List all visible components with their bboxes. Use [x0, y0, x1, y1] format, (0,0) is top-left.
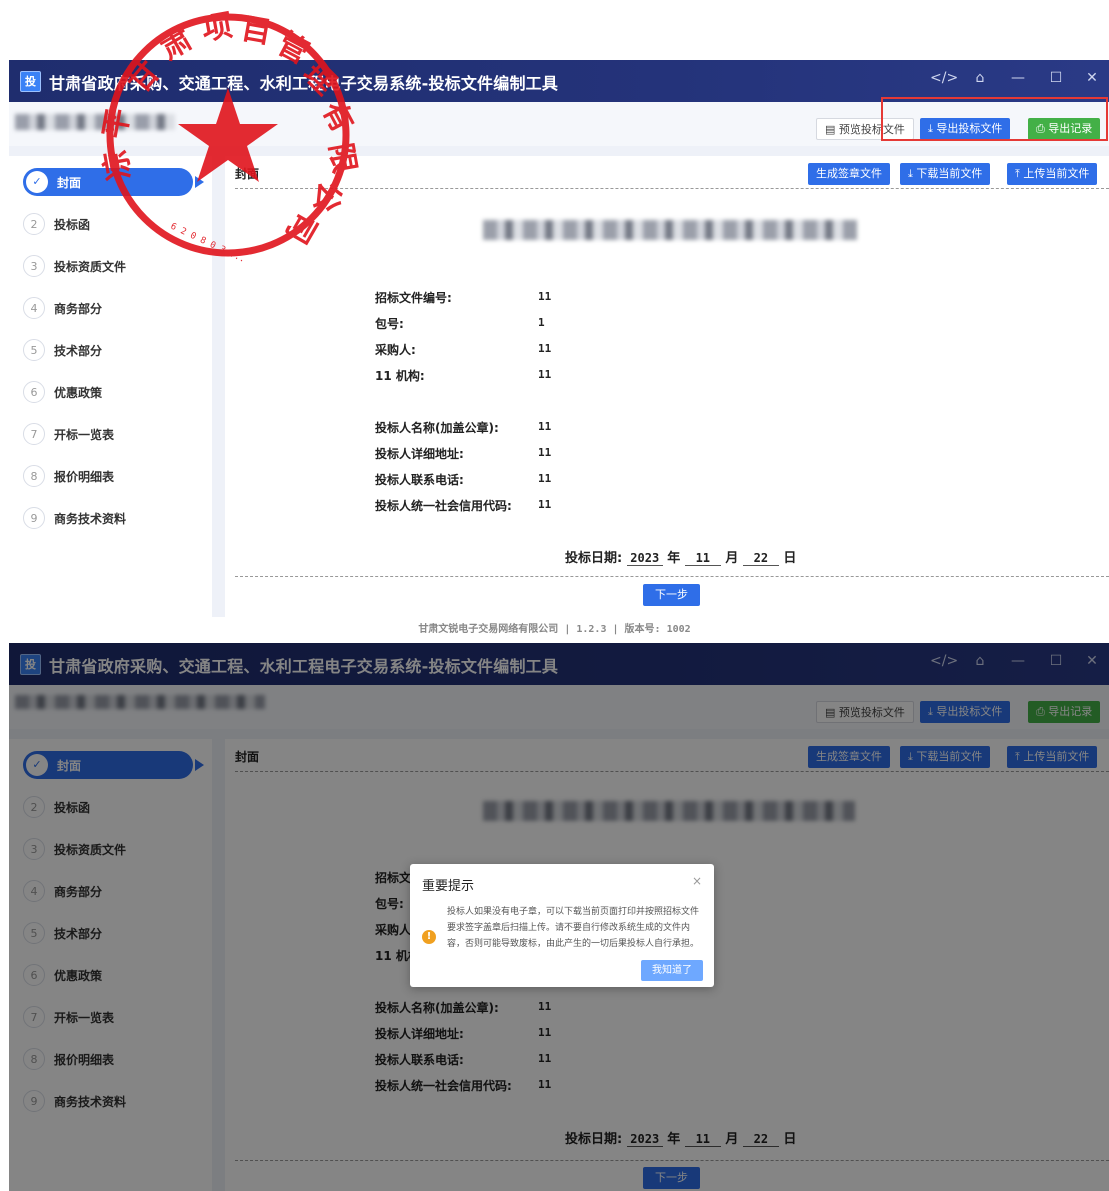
check-icon: ✓	[26, 171, 48, 193]
info-label: 11 机构:	[375, 369, 425, 383]
sidebar-item-label: 优惠政策	[54, 385, 103, 400]
info-value: 11	[538, 472, 552, 485]
sidebar-item-label: 开标一览表	[54, 427, 115, 442]
date-month[interactable]: 11	[684, 551, 721, 566]
sidebar-item-label: 技术部分	[54, 343, 103, 358]
dialog-message: 投标人如果没有电子章，可以下载当前页面打印并按照招标文件要求签字盖章后扫描上传。…	[447, 907, 700, 949]
active-arrow-icon	[195, 176, 204, 188]
sidebar-item-label: 投标函	[54, 217, 91, 232]
info-label: 采购人:	[375, 343, 416, 357]
title-bar: 投 甘肃省政府采购、交通工程、水利工程电子交易系统-投标文件编制工具 </> ⌂…	[9, 60, 1109, 102]
step-number: 2	[23, 213, 45, 235]
info-label: 投标人名称(加盖公章):	[375, 421, 499, 435]
important-notice-dialog: 重要提示 × ! 投标人如果没有电子章，可以下载当前页面打印并按照招标文件要求签…	[410, 864, 714, 987]
step-number: 7	[23, 423, 45, 445]
step-number: 6	[23, 381, 45, 403]
date-label: 投标日期:	[565, 551, 623, 566]
sidebar-item-label: 商务技术资料	[54, 511, 127, 526]
sidebar-item-label: 封面	[57, 175, 82, 190]
info-value: 11	[538, 290, 552, 303]
sidebar-item-opening-list[interactable]: 7 开标一览表	[23, 420, 114, 448]
info-value: 11	[538, 342, 552, 355]
bid-date: 投标日期: 2023 年 11 月 22 日	[565, 547, 796, 566]
sidebar-item-bid-letter[interactable]: 2 投标函	[23, 210, 90, 238]
minimize-icon[interactable]: —	[1007, 70, 1029, 86]
info-label: 投标人统一社会信用代码:	[375, 499, 512, 513]
date-day-unit: 日	[783, 551, 797, 566]
step-sidebar: ✓ 封面 2 投标函 3 投标资质文件 4 商务部分 5 技术部分 6 优惠政策 7 开标一…	[9, 156, 212, 617]
sidebar-item-technical[interactable]: 5 技术部分	[23, 336, 102, 364]
info-value: 11	[538, 498, 552, 511]
sidebar-item-preference[interactable]: 6 优惠政策	[23, 378, 102, 406]
sidebar-item-label: 报价明细表	[54, 469, 115, 484]
divider	[235, 576, 1109, 577]
screenshot-editor-dialog: 投 甘肃省政府采购、交通工程、水利工程电子交易系统-投标文件编制工具 </> ⌂…	[9, 643, 1109, 1191]
screenshot-editor: 投 甘肃省政府采购、交通工程、水利工程电子交易系统-投标文件编制工具 </> ⌂…	[9, 60, 1109, 617]
sidebar-item-business[interactable]: 4 商务部分	[23, 294, 102, 322]
footer-version: 甘肃文锐电子交易网络有限公司 | 1.2.3 | 版本号: 1002	[418, 624, 691, 635]
date-year[interactable]: 2023	[626, 551, 663, 566]
svg-text:目: 目	[239, 11, 275, 51]
step-number: 8	[23, 465, 45, 487]
app-logo-icon: 投	[20, 71, 41, 92]
warning-icon: !	[422, 930, 436, 944]
next-step-button[interactable]: 下一步	[643, 584, 700, 606]
info-value: 11	[538, 446, 552, 459]
sidebar-item-tech-materials[interactable]: 9 商务技术资料	[23, 504, 126, 532]
info-label: 投标人详细地址:	[375, 447, 464, 461]
upload-current-button[interactable]: ⤒ 上传当前文件	[1007, 163, 1098, 185]
code-icon[interactable]: </>	[930, 70, 958, 86]
acknowledge-button[interactable]: 我知道了	[641, 960, 703, 981]
info-value: 11	[538, 420, 552, 433]
info-label: 招标文件编号:	[375, 291, 452, 305]
info-label: 投标人联系电话:	[375, 473, 464, 487]
sidebar-item-cover[interactable]: ✓ 封面	[23, 168, 193, 196]
step-number: 4	[23, 297, 45, 319]
app-title: 甘肃省政府采购、交通工程、水利工程电子交易系统-投标文件编制工具	[49, 74, 559, 93]
sidebar-item-price-detail[interactable]: 8 报价明细表	[23, 462, 114, 490]
home-icon[interactable]: ⌂	[969, 70, 991, 86]
svg-text:项: 项	[199, 8, 235, 48]
divider	[235, 188, 1109, 189]
step-number: 3	[23, 255, 45, 277]
step-number: 5	[23, 339, 45, 361]
sidebar-item-label: 商务部分	[54, 301, 103, 316]
upload-label: 上传当前文件	[1023, 167, 1090, 180]
date-month-unit: 月	[725, 551, 739, 566]
project-name-redacted	[15, 114, 175, 130]
document-icon: ▤	[825, 123, 839, 136]
project-title-redacted	[483, 220, 857, 240]
download-label: 下载当前文件	[916, 167, 983, 180]
close-icon[interactable]: ×	[692, 874, 702, 888]
maximize-icon[interactable]: ☐	[1045, 70, 1067, 86]
sidebar-item-label: 投标资质文件	[54, 259, 127, 274]
date-year-unit: 年	[667, 551, 681, 566]
dialog-title: 重要提示	[422, 879, 475, 894]
cover-content: 封面 生成签章文件 ⤓ 下载当前文件 ⤒ 上传当前文件 招标文件编号: 11 包…	[225, 156, 1109, 617]
info-label: 包号:	[375, 317, 404, 331]
generate-sign-button[interactable]: 生成签章文件	[808, 163, 890, 185]
download-current-button[interactable]: ⤓ 下载当前文件	[900, 163, 991, 185]
sidebar-item-qualification[interactable]: 3 投标资质文件	[23, 252, 126, 280]
date-day[interactable]: 22	[742, 551, 779, 566]
info-value: 11	[538, 368, 552, 381]
step-number: 9	[23, 507, 45, 529]
page-title: 封面	[235, 167, 260, 181]
info-value: 1	[538, 316, 545, 329]
close-icon[interactable]: ✕	[1081, 70, 1103, 86]
highlight-box	[881, 97, 1108, 141]
